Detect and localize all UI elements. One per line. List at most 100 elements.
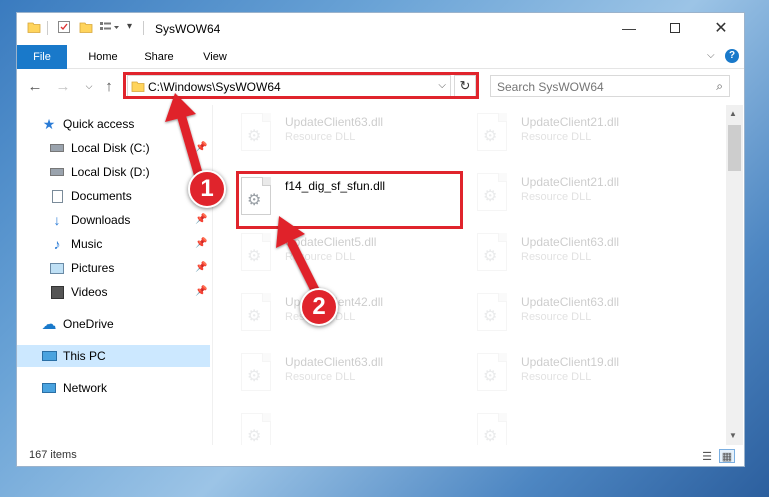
computer-icon <box>41 348 57 364</box>
explorer-window: ▾ SysWOW64 — ✕ File Home Share View ⌵ ? … <box>16 12 745 467</box>
pin-icon[interactable]: 📌 <box>195 214 207 225</box>
dll-file-icon: ⚙ <box>477 233 507 271</box>
scrollbar-thumb[interactable] <box>728 125 741 171</box>
dll-file-icon: ⚙ <box>241 113 271 151</box>
file-item[interactable]: ⚙ UpdateClient63.dll Resource DLL <box>473 229 693 277</box>
properties-icon[interactable] <box>57 20 71 37</box>
file-item[interactable]: ⚙ UpdateClient5.dll Resource DLL <box>237 229 457 277</box>
view-options-icon[interactable] <box>99 20 121 37</box>
window-title: SysWOW64 <box>155 22 221 36</box>
file-item[interactable]: ⚙ UpdateClient21.dll Resource DLL <box>473 109 693 157</box>
search-icon: ⌕ <box>716 79 723 93</box>
drive-icon <box>49 140 65 156</box>
sidebar-item-documents[interactable]: Documents <box>49 185 132 207</box>
divider <box>47 21 48 35</box>
sidebar-item-label: Network <box>63 381 108 395</box>
up-arrow-icon: ↑ <box>105 77 113 95</box>
sidebar-item-pictures[interactable]: Pictures <box>49 257 114 279</box>
file-type: Resource DLL <box>521 191 592 203</box>
tab-home[interactable]: Home <box>79 45 127 69</box>
minimize-button[interactable]: — <box>606 13 652 43</box>
item-count: 167 items <box>29 449 77 461</box>
sidebar-item-onedrive[interactable]: ☁ OneDrive <box>41 313 114 335</box>
file-name: UpdateClient63.dll <box>521 235 620 249</box>
help-icon[interactable]: ? <box>725 49 739 63</box>
address-highlight-box <box>123 72 479 99</box>
customize-toolbar-icon[interactable]: ▾ <box>127 21 132 32</box>
dll-file-icon: ⚙ <box>477 293 507 331</box>
vertical-scrollbar[interactable]: ▲ ▼ <box>726 105 743 445</box>
expand-ribbon-icon[interactable]: ⌵ <box>707 50 715 61</box>
file-name: UpdateClient63.dll <box>285 355 384 369</box>
sidebar-item-label: Pictures <box>71 261 115 275</box>
file-item[interactable]: ⚙ UpdateClient19.dll Resource DLL <box>473 349 693 397</box>
documents-icon <box>49 188 65 204</box>
sidebar-item-local-disk-c[interactable]: Local Disk (C:) <box>49 137 150 159</box>
tab-file[interactable]: File <box>17 45 67 69</box>
divider <box>143 21 144 35</box>
file-name: UpdateClient5.dll <box>285 235 377 249</box>
dll-file-icon: ⚙ <box>241 293 271 331</box>
chevron-down-icon: ⌵ <box>85 80 93 91</box>
back-arrow-icon: ← <box>27 77 43 95</box>
file-item[interactable]: ⚙ <box>237 409 457 445</box>
back-button[interactable]: ← <box>25 76 45 96</box>
file-name: UpdateClient19.dll <box>521 355 620 369</box>
sidebar-item-quick-access[interactable]: ★ Quick access <box>41 113 135 135</box>
search-input[interactable] <box>497 80 697 94</box>
dll-file-icon: ⚙ <box>241 353 271 391</box>
sidebar-item-label: Local Disk (C:) <box>71 141 150 155</box>
close-button[interactable]: ✕ <box>698 13 744 43</box>
sidebar-item-music[interactable]: ♪ Music <box>49 233 103 255</box>
file-type: Resource DLL <box>285 131 356 143</box>
pin-icon[interactable]: 📌 <box>195 262 207 273</box>
sidebar-item-label: Music <box>71 237 103 251</box>
pin-icon[interactable]: 📌 <box>195 238 207 249</box>
file-item[interactable]: ⚙ UpdateClient63.dll Resource DLL <box>237 349 457 397</box>
new-folder-icon[interactable] <box>79 20 93 37</box>
network-icon <box>41 380 57 396</box>
tab-view[interactable]: View <box>193 45 237 69</box>
file-type: Resource DLL <box>521 131 592 143</box>
forward-button[interactable]: → <box>53 76 73 96</box>
file-item[interactable]: ⚙ <box>473 409 693 445</box>
sidebar-item-network[interactable]: Network <box>41 377 107 399</box>
sidebar-item-this-pc[interactable]: This PC <box>17 345 210 367</box>
dll-file-icon: ⚙ <box>241 233 271 271</box>
file-type: Resource DLL <box>521 251 592 263</box>
file-name: UpdateClient63.dll <box>285 115 384 129</box>
file-item[interactable]: ⚙ UpdateClient42.dll Resource DLL <box>237 289 457 337</box>
sidebar-item-label: Downloads <box>71 213 131 227</box>
file-item[interactable]: ⚙ UpdateClient21.dll Resource DLL <box>473 169 693 217</box>
dll-file-icon: ⚙ <box>477 113 507 151</box>
details-view-button[interactable]: ☰ <box>699 449 715 463</box>
pane-divider <box>212 105 213 445</box>
music-icon: ♪ <box>53 236 61 252</box>
search-box[interactable]: ⌕ <box>490 75 730 97</box>
sidebar-item-downloads[interactable]: ↓ Downloads <box>49 209 131 231</box>
recent-locations-button[interactable]: ⌵ <box>79 76 99 96</box>
sidebar-item-videos[interactable]: Videos <box>49 281 107 303</box>
file-item[interactable]: ⚙ UpdateClient63.dll Resource DLL <box>237 109 457 157</box>
up-button[interactable]: ↑ <box>99 76 119 96</box>
pin-icon[interactable]: 📌 <box>195 286 207 297</box>
tab-share[interactable]: Share <box>137 45 181 69</box>
sidebar-item-local-disk-d[interactable]: Local Disk (D:) <box>49 161 150 183</box>
large-icons-view-button[interactable]: ▦ <box>719 449 735 463</box>
dll-file-icon: ⚙ <box>477 413 507 445</box>
close-icon: ✕ <box>714 20 728 37</box>
details-view-icon: ☰ <box>702 450 712 463</box>
ribbon-tabs: File Home Share View ⌵ ? <box>17 45 744 69</box>
sidebar-item-label: Videos <box>71 285 108 299</box>
file-type: Resource DLL <box>285 251 356 263</box>
status-bar: 167 items ☰ ▦ <box>17 445 744 467</box>
scroll-up-icon[interactable]: ▲ <box>729 109 737 118</box>
maximize-button[interactable] <box>652 13 698 43</box>
pictures-icon <box>49 260 65 276</box>
scroll-down-icon[interactable]: ▼ <box>729 431 737 440</box>
pin-icon[interactable]: 📌 <box>195 142 207 153</box>
minimize-icon: — <box>622 20 636 36</box>
videos-icon <box>49 284 65 300</box>
title-bar: ▾ SysWOW64 — ✕ <box>17 13 744 45</box>
file-item[interactable]: ⚙ UpdateClient63.dll Resource DLL <box>473 289 693 337</box>
